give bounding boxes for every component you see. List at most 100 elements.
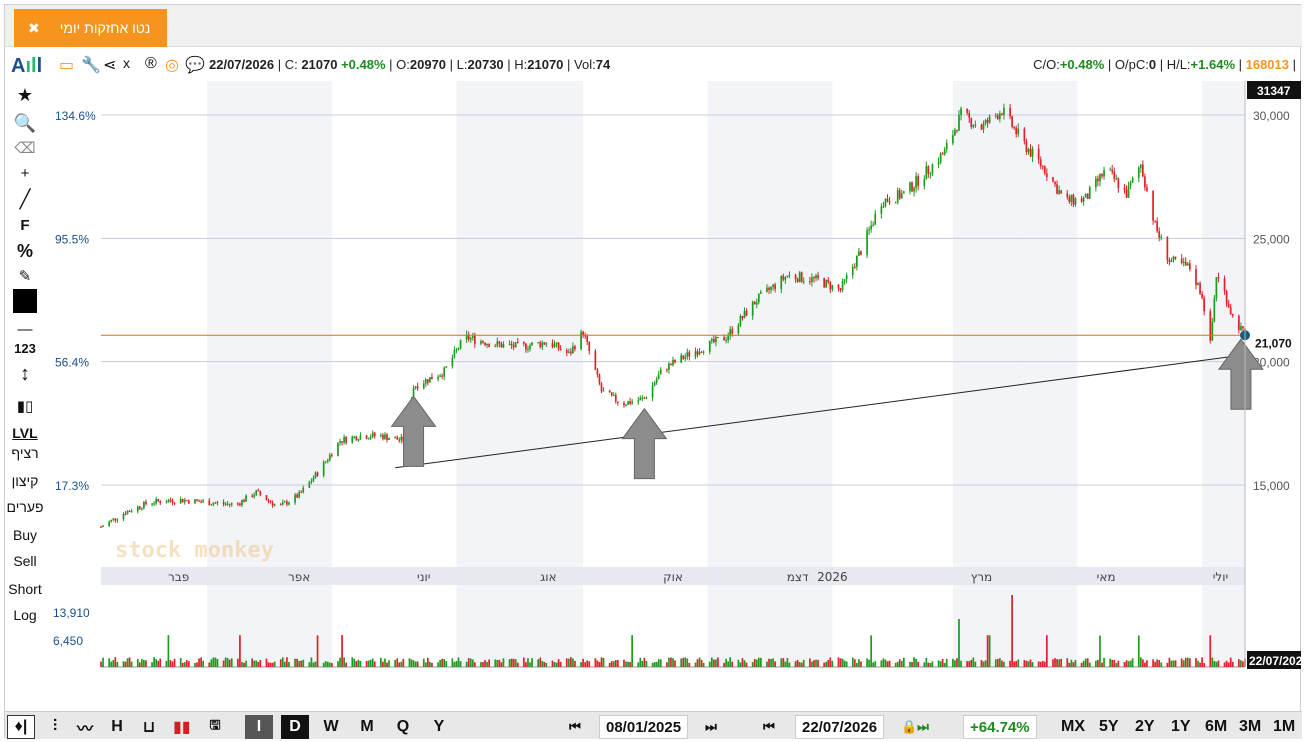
volume-bar xyxy=(1041,660,1044,667)
candle-body xyxy=(114,518,117,521)
range-3m[interactable]: 3M xyxy=(1233,715,1268,739)
volume-bar xyxy=(986,635,989,667)
volume-bar xyxy=(382,661,384,667)
volume-bar xyxy=(960,660,962,667)
volume-bar xyxy=(1231,661,1234,667)
candle-body xyxy=(212,503,215,505)
volume-bar xyxy=(273,661,276,667)
volume-bar xyxy=(970,659,973,667)
volume-bar xyxy=(196,662,198,667)
candle-body xyxy=(800,272,803,282)
candle-body xyxy=(516,342,519,344)
interval-button-i[interactable]: I xyxy=(245,715,273,739)
from-date[interactable]: 08/01/2025 xyxy=(599,715,689,739)
candle-body xyxy=(245,495,247,502)
candle-body xyxy=(1242,326,1244,329)
volume-bar xyxy=(653,662,656,667)
month-label: אוג xyxy=(540,570,556,584)
line-icon[interactable]: 〰 xyxy=(71,715,100,739)
interval-button-w[interactable]: W xyxy=(317,715,345,739)
lock-icon[interactable]: 🔒⏭ xyxy=(895,715,935,739)
volume-bar xyxy=(194,662,196,667)
candle-body xyxy=(1015,127,1018,135)
volume-bar xyxy=(1182,660,1185,667)
volume-bar xyxy=(396,658,399,667)
skip-back-icon[interactable]: ⏮ xyxy=(561,715,589,739)
range-5y[interactable]: 5Y xyxy=(1093,715,1125,739)
color-bars-icon[interactable]: ▮▮ xyxy=(167,715,197,739)
bottom-toolbar: ♦| ⫶ 〰 H ⊔ ▮▮ 🖫 I D W M Q Y ⏮ 08/01/2025… xyxy=(5,711,1302,739)
candle-body xyxy=(330,454,333,457)
candles-icon[interactable]: ♦| xyxy=(7,715,35,739)
save-icon[interactable]: 🖫 xyxy=(201,715,229,739)
candle-body xyxy=(138,506,141,509)
volume-bar xyxy=(371,658,374,667)
volume-bar xyxy=(288,662,290,667)
candle-body xyxy=(774,284,776,289)
candle-body xyxy=(909,182,911,192)
candle-body xyxy=(802,281,805,283)
candle-body xyxy=(1101,174,1103,177)
candle-body xyxy=(880,206,883,214)
range-1m[interactable]: 1M xyxy=(1267,715,1302,739)
candle-body xyxy=(273,504,276,506)
candle-body xyxy=(1117,178,1120,189)
candle-body xyxy=(196,499,198,501)
volume-bar xyxy=(639,657,642,667)
volume-bar xyxy=(523,657,525,667)
interval-button-y[interactable]: Y xyxy=(425,715,453,739)
candle-body xyxy=(155,499,158,504)
candle-body xyxy=(970,117,973,127)
candle-body xyxy=(345,437,347,443)
candle-body xyxy=(1125,189,1128,198)
ohlc-icon[interactable]: ⫶ xyxy=(41,715,69,739)
candle-body xyxy=(715,337,717,343)
h-icon[interactable]: H xyxy=(103,715,131,739)
candle-body xyxy=(751,301,754,316)
candle-body xyxy=(324,461,327,463)
candle-body xyxy=(872,224,875,226)
candle-body xyxy=(202,500,204,503)
candle-body xyxy=(986,119,989,123)
candle-body xyxy=(1238,315,1240,331)
candle-body xyxy=(153,503,155,505)
candle-body xyxy=(100,526,102,528)
candle-body xyxy=(1013,126,1016,128)
volume-bar xyxy=(388,660,390,667)
candle-body xyxy=(365,435,368,439)
candle-body xyxy=(913,187,915,192)
candle-body xyxy=(308,481,311,488)
candle-body xyxy=(766,287,768,292)
volume-bar xyxy=(394,660,397,667)
candle-body xyxy=(241,500,243,506)
volume-bar xyxy=(1017,659,1020,667)
range-6m[interactable]: 6M xyxy=(1199,715,1234,739)
volume-bar xyxy=(141,659,143,667)
interval-button-d[interactable]: D xyxy=(281,715,309,739)
volume-bar xyxy=(343,657,345,667)
volume-bar xyxy=(637,662,640,667)
candle-body xyxy=(845,275,848,280)
volume-bar xyxy=(167,635,170,667)
interval-button-m[interactable]: M xyxy=(353,715,381,739)
price-chart[interactable]: 15,00017.3%20,00056.4%25,00095.5%30,0001… xyxy=(5,5,1302,710)
volume-bar xyxy=(980,660,983,667)
volume-bar xyxy=(322,662,325,667)
range-1y[interactable]: 1Y xyxy=(1165,715,1197,739)
volume-bar xyxy=(866,658,868,667)
percent-tick-label: 134.6% xyxy=(55,109,96,123)
interval-button-q[interactable]: Q xyxy=(389,715,417,739)
skip-back-2-icon[interactable]: ⏮ xyxy=(755,715,783,739)
u-icon[interactable]: ⊔ xyxy=(135,715,163,739)
to-date[interactable]: 22/07/2026 xyxy=(795,715,885,739)
volume-bar xyxy=(1225,660,1228,667)
range-2y[interactable]: 2Y xyxy=(1129,715,1161,739)
volume-bar xyxy=(437,662,439,667)
skip-forward-icon[interactable]: ⏭ xyxy=(697,715,725,739)
volume-bar xyxy=(909,661,911,667)
candle-body xyxy=(269,500,272,503)
candle-body xyxy=(228,503,231,505)
candle-body xyxy=(167,500,170,503)
candle-body xyxy=(929,173,932,175)
range-mx[interactable]: MX xyxy=(1055,715,1091,739)
